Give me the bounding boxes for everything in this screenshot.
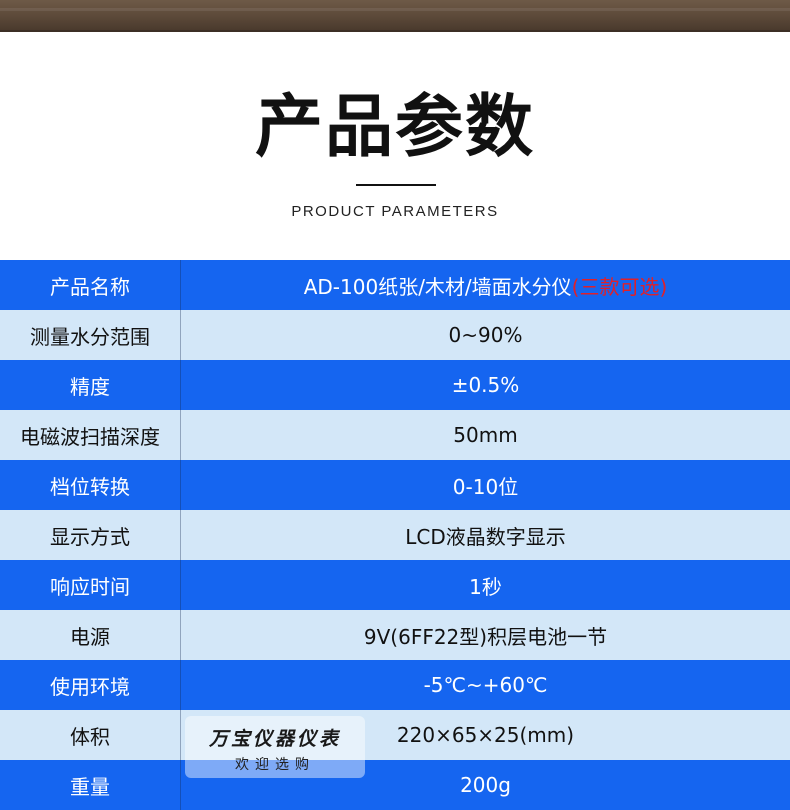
row-value: 9V(6FF22型)积层电池一节	[363, 624, 608, 649]
table-row-moisture-range: 测量水分范围 0~90%	[0, 310, 790, 360]
row-label: 显示方式	[0, 510, 181, 560]
row-label: 使用环境	[0, 660, 181, 710]
table-row-power: 电源 9V(6FF22型)积层电池一节	[0, 610, 790, 660]
page-subtitle: PRODUCT PARAMETERS	[291, 203, 499, 220]
row-label: 电磁波扫描深度	[0, 410, 181, 460]
row-label: 重量	[0, 760, 181, 810]
row-value: -5℃~+60℃	[423, 673, 548, 697]
page-title: 产品参数	[254, 88, 535, 167]
parameters-table: 产品名称 AD-100纸张/木材/墙面水分仪 (三款可选) 测量水分范围 0~90…	[0, 260, 790, 810]
watermark-subtitle: 欢迎选购	[235, 757, 315, 773]
table-row-scan-depth: 电磁波扫描深度 50mm	[0, 410, 790, 460]
title-divider	[356, 184, 436, 186]
row-label: 响应时间	[0, 560, 181, 610]
table-row-gear-switch: 档位转换 0-10位	[0, 460, 790, 510]
row-value: ±0.5%	[451, 373, 520, 397]
wood-banner	[0, 0, 790, 32]
row-value: 50mm	[453, 423, 518, 447]
row-value: AD-100纸张/木材/墙面水分仪 (三款可选)	[181, 260, 790, 310]
row-label: 电源	[0, 610, 181, 660]
row-label: 产品名称	[0, 260, 181, 310]
row-label: 档位转换	[0, 460, 181, 510]
row-value: 1秒	[469, 574, 502, 599]
table-row-accuracy: 精度 ±0.5%	[0, 360, 790, 410]
table-row-product-name: 产品名称 AD-100纸张/木材/墙面水分仪 (三款可选)	[0, 260, 790, 310]
table-row-display-mode: 显示方式 LCD液晶数字显示	[0, 510, 790, 560]
store-watermark: 万宝仪器仪表 欢迎选购	[185, 716, 365, 778]
row-value-text: AD-100纸张/木材/墙面水分仪	[303, 274, 572, 299]
row-label: 测量水分范围	[0, 310, 181, 360]
table-row-environment: 使用环境 -5℃~+60℃	[0, 660, 790, 710]
table-row-response-time: 响应时间 1秒	[0, 560, 790, 610]
row-label: 精度	[0, 360, 181, 410]
row-value-note: (三款可选)	[571, 274, 668, 299]
table-row-volume: 体积 220×65×25(mm)	[0, 710, 790, 760]
table-row-weight: 重量 200g	[0, 760, 790, 810]
row-value: 0-10位	[452, 474, 519, 499]
row-value: LCD液晶数字显示	[405, 524, 566, 549]
watermark-title: 万宝仪器仪表	[208, 728, 341, 750]
row-value: 0~90%	[448, 323, 523, 347]
row-label: 体积	[0, 710, 181, 760]
